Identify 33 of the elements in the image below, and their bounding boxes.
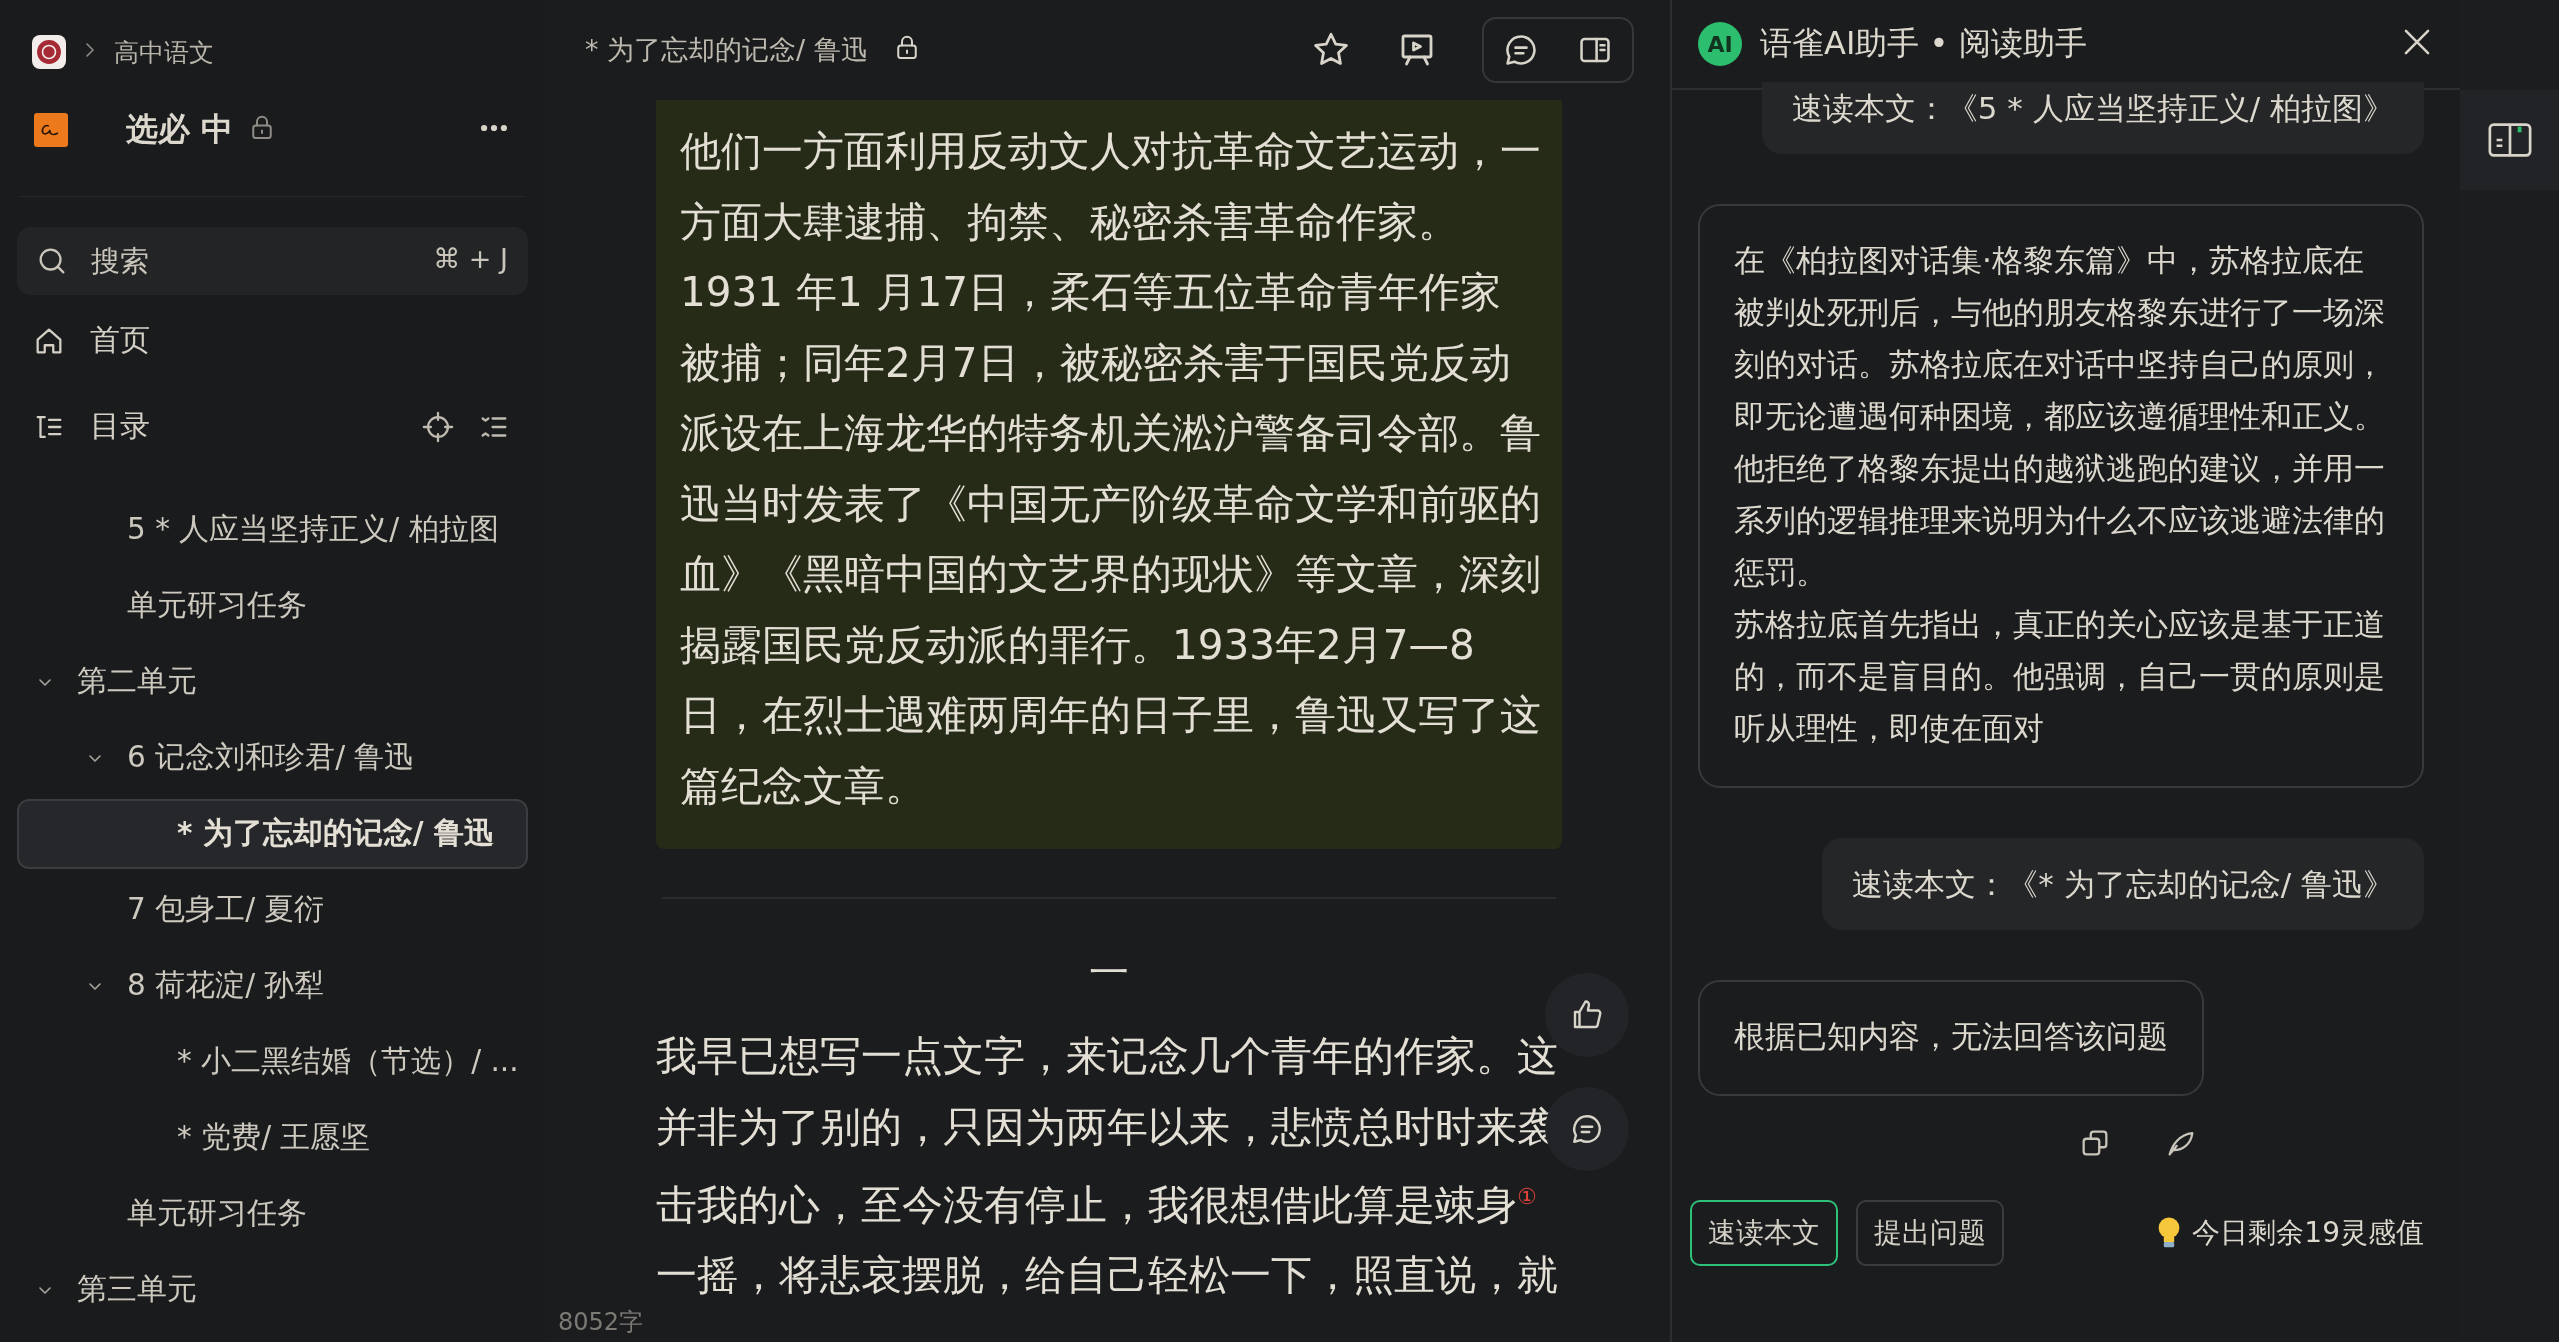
panel-title: 语雀AI助手 • 阅读助手	[1760, 23, 2088, 64]
user-message: 速读本文：《* 为了忘却的记念/ 鲁迅》	[1822, 838, 2424, 930]
shortcut-hint: ⌘ + J	[433, 243, 508, 274]
note-paragraph: 他们一方面利用反动文人对抗革命文艺运动，一方面大肆逮捕、拘禁、秘密杀害革命作家。	[680, 126, 1542, 248]
section-heading: 一	[1088, 948, 1130, 997]
toc-item[interactable]: 单元研习任务	[17, 571, 528, 641]
assistant-message: 在《柏拉图对话集·格黎东篇》中，苏格拉底在被判处死刑后，与他的朋友格黎东进行了一场深刻的对话。苏格拉底在对话中坚持自己的原则，即无论遭遇何种困境，都应该遵循理性和正义。他拒绝了格黎东提出的越狱逃跑的建议，并用一系列的逻辑推理来说明为什么不应该逃避法律的惩罚。 苏格拉底首先指出，真正的关心应该是基于正道的，而不是盲目的。他强调，自己一贯的原则是听从理性，即使在面对	[1698, 204, 2424, 788]
word-count: 8052字	[558, 1307, 644, 1338]
toc-item[interactable]: * 为了忘却的记念/ 鲁迅	[17, 799, 528, 869]
breadcrumb-link[interactable]: 高中语文	[114, 35, 214, 69]
toc-item[interactable]: 6 记念刘和珍君/ 鲁迅	[17, 723, 528, 793]
toc-item[interactable]: * 小二黑结婚（节选）/ ...	[17, 1027, 528, 1097]
app-logo[interactable]	[32, 35, 66, 69]
document-title: * 为了忘却的记念/ 鲁迅	[585, 33, 868, 67]
book-title: 选必 中	[126, 109, 234, 150]
user-message: 速读本文：《5 * 人应当坚持正义/ 柏拉图》	[1761, 82, 2424, 154]
suggestion-button[interactable]: 速读本文	[1690, 1200, 1838, 1266]
assistant-message: 根据已知内容，无法回答该问题	[1698, 980, 2204, 1096]
nav-item[interactable]: 目录	[90, 407, 397, 447]
nav-item[interactable]: 首页	[90, 321, 511, 361]
quota-text: 今日剩余19灵感值	[2192, 1215, 2424, 1251]
toc-item[interactable]: 5 * 人应当坚持正义/ 柏拉图	[17, 495, 528, 565]
toc-item[interactable]: 单元研习任务	[17, 1179, 528, 1249]
crosshair-icon[interactable]	[421, 410, 455, 444]
suggestion-button[interactable]: 提出问题	[1856, 1200, 2004, 1266]
toc-item[interactable]: 8 荷花淀/ 孙犁	[17, 951, 528, 1021]
toc-item[interactable]: 7 包身工/ 夏衍	[17, 875, 528, 945]
toc-item[interactable]: * 党费/ 王愿坚	[17, 1103, 528, 1173]
assistant-logo: AI	[1698, 22, 1742, 66]
toc-item[interactable]: 第二单元	[17, 647, 528, 717]
note-paragraph: 1931 年1 月17日，柔石等五位革命青年作家被捕；同年2月7日，被秘密杀害于国民党反动派设在上海龙华的特务机关淞沪警备司令部。鲁迅当时发表了《中国无产阶级革命文学和前驱的血》《黑暗中国的文艺界的现状》等文章，深刻揭露国民党反动派的罪行。1933年2月7—8日，在烈士遇难两周年的日子里，鲁迅又写了这篇纪念文章。	[680, 267, 1542, 812]
toc-item[interactable]: 第三单元	[17, 1255, 528, 1325]
reader-toggle[interactable]	[2460, 90, 2559, 190]
